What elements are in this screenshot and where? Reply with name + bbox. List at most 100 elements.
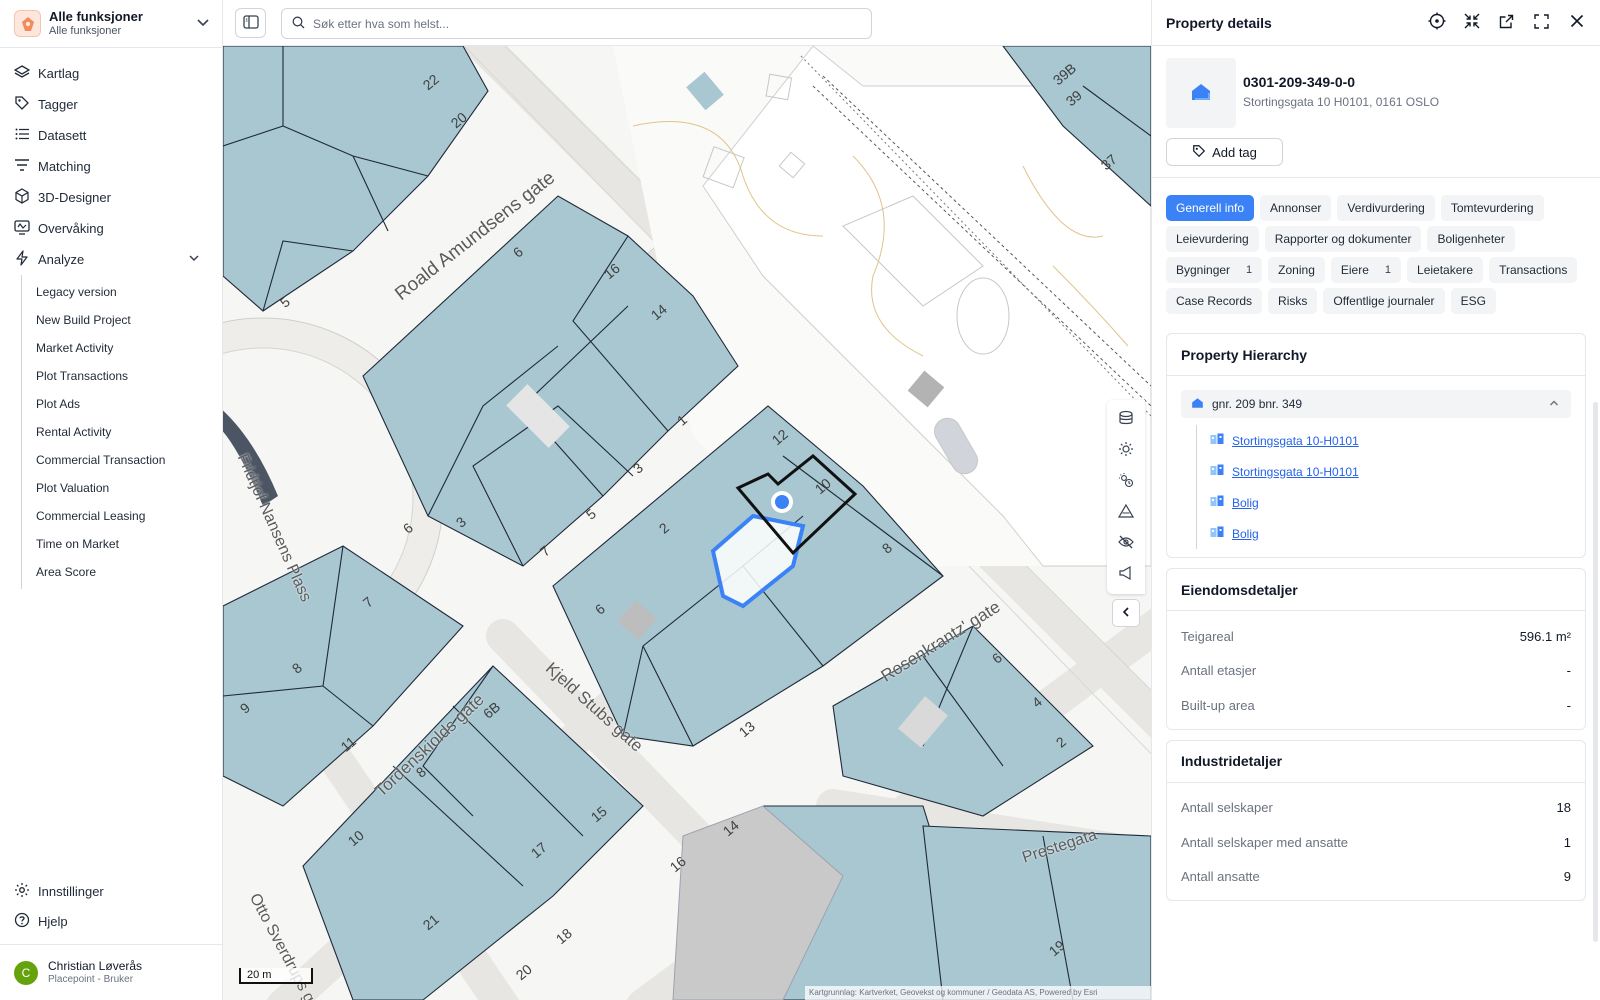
nav-item-datasett[interactable]: Datasett xyxy=(0,120,222,151)
tab-leievurdering[interactable]: Leievurdering xyxy=(1166,226,1259,252)
tab-esg[interactable]: ESG xyxy=(1450,288,1496,314)
map-hide-button[interactable] xyxy=(1107,528,1145,559)
detail-value: - xyxy=(1566,663,1571,679)
map-sun-button[interactable] xyxy=(1107,435,1145,466)
map-terrain-button[interactable] xyxy=(1107,497,1145,528)
map-database-button[interactable] xyxy=(1107,404,1145,435)
hierarchy-child: Stortingsgata 10-H0101 xyxy=(1210,425,1585,456)
hierarchy-child: Bolig xyxy=(1210,518,1585,549)
analyze-subnav-item[interactable]: Legacy version xyxy=(22,278,222,306)
analyze-subnav-item[interactable]: Commercial Transaction xyxy=(22,446,222,474)
tab-count-badge: 1 xyxy=(1384,264,1392,276)
tab-risks[interactable]: Risks xyxy=(1268,288,1318,314)
nav-item-matching[interactable]: Matching xyxy=(0,151,222,182)
tab-label: Zoning xyxy=(1278,263,1315,277)
analyze-subnav: Legacy version New Build Project Market Ac… xyxy=(21,275,222,589)
tab-transactions[interactable]: Transactions xyxy=(1489,257,1578,283)
add-tag-button[interactable]: Add tag xyxy=(1166,138,1283,166)
nav-item-tagger[interactable]: Tagger xyxy=(0,89,222,120)
open-external-button[interactable] xyxy=(1489,8,1524,38)
detail-value: 596.1 m² xyxy=(1519,628,1571,644)
nav-label: Innstillinger xyxy=(38,883,104,899)
collapse-panel-button[interactable] xyxy=(1112,599,1140,627)
search-box xyxy=(281,8,872,39)
analyze-subnav-item[interactable]: Commercial Leasing xyxy=(22,502,222,530)
analyze-subnav-item[interactable]: New Build Project xyxy=(22,306,222,334)
tab-label: Leievurdering xyxy=(1176,232,1249,246)
hierarchy-child-link[interactable]: Stortingsgata 10-H0101 xyxy=(1232,465,1359,479)
analyze-subnav-item[interactable]: Time on Market xyxy=(22,530,222,558)
tab-rapporter-og-dokumenter[interactable]: Rapporter og dokumenter xyxy=(1264,226,1422,252)
tab-label: Eiere xyxy=(1340,263,1369,277)
tab-tomtevurdering[interactable]: Tomtevurdering xyxy=(1440,195,1544,221)
building-unit-icon xyxy=(1210,495,1224,510)
analyze-subnav-item[interactable]: Plot Valuation xyxy=(22,474,222,502)
sidebar: Alle funksjoner Alle funksjoner Kartlag … xyxy=(0,0,223,1000)
org-subtitle: Alle funksjoner xyxy=(49,24,122,37)
search-icon xyxy=(292,16,305,32)
hierarchy-root[interactable]: gnr. 209 bnr. 349 xyxy=(1181,390,1571,418)
sidebar-toggle-icon xyxy=(242,14,259,32)
map-shadow-button[interactable] xyxy=(1107,466,1145,497)
nav-item-kartlag[interactable]: Kartlag xyxy=(0,58,222,89)
detail-row: Built-up area - xyxy=(1167,688,1585,723)
tab-annonser[interactable]: Annonser xyxy=(1260,195,1332,221)
layers-icon xyxy=(13,64,38,83)
tab-label: Transactions xyxy=(1499,263,1568,277)
zoom-to-extent-button[interactable] xyxy=(1454,8,1489,38)
tab-leietakere[interactable]: Leietakere xyxy=(1407,257,1484,283)
map-view[interactable]: Roald Amundsens gate Fridtjof Nansens Pla… xyxy=(223,46,1151,1000)
expand-panel-button[interactable] xyxy=(1524,8,1559,38)
analyze-subnav-item[interactable]: Area Score xyxy=(22,558,222,586)
close-panel-button[interactable] xyxy=(1559,8,1594,38)
locate-button[interactable] xyxy=(1419,8,1454,38)
hierarchy-child-link[interactable]: Bolig xyxy=(1232,496,1259,510)
hierarchy-child: Stortingsgata 10-H0101 xyxy=(1210,456,1585,487)
tab-offentlige-journaler[interactable]: Offentlige journaler xyxy=(1323,288,1445,314)
user-name: Christian Løverås xyxy=(48,958,143,973)
analyze-subnav-item[interactable]: Plot Transactions xyxy=(22,362,222,390)
panel-scrollbar[interactable] xyxy=(1593,402,1598,942)
tab-boligenheter[interactable]: Boligenheter xyxy=(1427,226,1515,252)
tab-zoning[interactable]: Zoning xyxy=(1268,257,1325,283)
nav-item-help[interactable]: Hjelp xyxy=(0,906,222,936)
org-logo xyxy=(14,10,41,37)
card-title: Property Hierarchy xyxy=(1167,334,1585,376)
sidebar-toggle-button[interactable] xyxy=(235,8,266,38)
lightning-icon xyxy=(14,250,38,269)
analyze-subnav-item[interactable]: Rental Activity xyxy=(22,418,222,446)
hierarchy-child-link[interactable]: Bolig xyxy=(1232,527,1259,541)
hierarchy-children: Stortingsgata 10-H0101 Stortingsgata 10-H… xyxy=(1196,425,1585,549)
map-announce-button[interactable] xyxy=(1107,559,1145,590)
nav-item-settings[interactable]: Innstillinger xyxy=(0,876,222,906)
org-switcher[interactable]: Alle funksjoner Alle funksjoner xyxy=(0,0,222,48)
industridetaljer-card: Industridetaljer Antall selskaper 18 Antal… xyxy=(1166,739,1586,901)
tab-label: Verdivurdering xyxy=(1347,201,1425,215)
property-id: 0301-209-349-0-0 xyxy=(1243,74,1356,90)
external-link-icon xyxy=(1499,14,1514,32)
analyze-subnav-item[interactable]: Market Activity xyxy=(22,334,222,362)
tab-eiere[interactable]: Eiere 1 xyxy=(1330,257,1402,283)
search-input[interactable] xyxy=(313,16,853,31)
map-canvas[interactable] xyxy=(223,46,1151,1000)
property-panel: Property details 0301-209-349-0-0 Storti… xyxy=(1151,0,1600,1000)
tab-case-records[interactable]: Case Records xyxy=(1166,288,1263,314)
tab-bygninger[interactable]: Bygninger 1 xyxy=(1166,257,1263,283)
nav-label: Datasett xyxy=(38,128,87,143)
detail-label: Teigareal xyxy=(1181,628,1234,644)
tab-verdivurdering[interactable]: Verdivurdering xyxy=(1337,195,1435,221)
house-icon xyxy=(1191,397,1204,412)
analyze-subnav-item[interactable]: Plot Ads xyxy=(22,390,222,418)
detail-row: Antall ansatte 9 xyxy=(1167,860,1585,895)
cube-icon xyxy=(14,188,38,207)
nav-item-3d-designer[interactable]: 3D-Designer xyxy=(0,182,222,213)
user-menu[interactable]: C Christian Løverås Placepoint - Bruker xyxy=(0,944,222,1000)
tag-icon xyxy=(1192,144,1206,161)
nav-item-overvaking[interactable]: Overvåking xyxy=(0,213,222,244)
tab-generell-info[interactable]: Generell info xyxy=(1166,195,1255,221)
map-attribution: Kartgrunnlag: Kartverket, Geovekst og ko… xyxy=(805,986,1151,1000)
hierarchy-child-link[interactable]: Stortingsgata 10-H0101 xyxy=(1232,434,1359,448)
scale-bar: 20 m xyxy=(239,968,313,984)
nav-item-analyze[interactable]: Analyze xyxy=(0,244,222,275)
nav-label: Hjelp xyxy=(38,913,68,929)
